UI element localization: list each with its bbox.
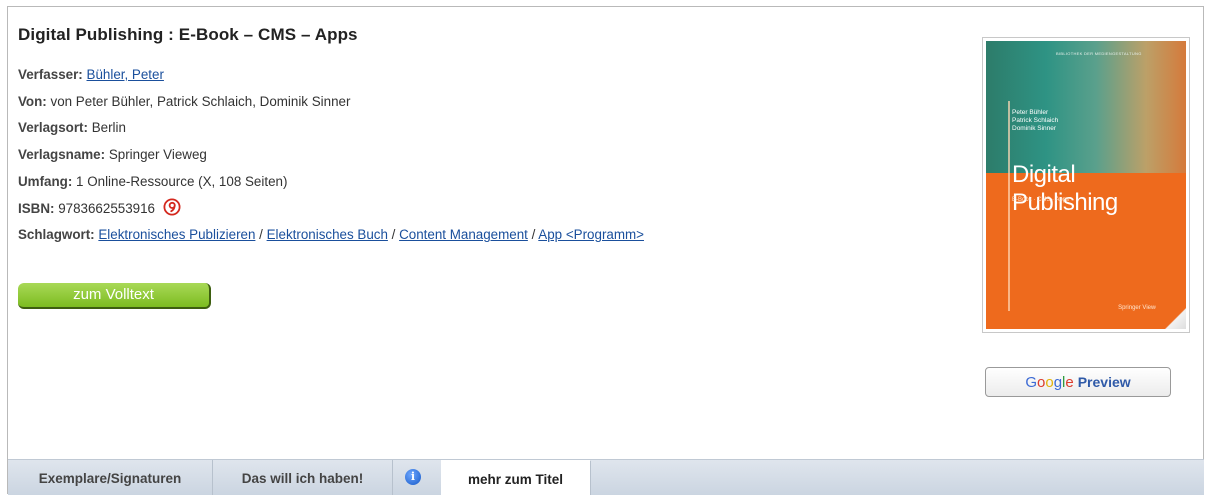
cover-photo-band — [986, 41, 1186, 173]
tab-exemplare[interactable]: Exemplare/Signaturen — [8, 460, 213, 495]
info-icon[interactable]: i — [405, 469, 421, 485]
google-logo-letter: o — [1045, 374, 1054, 391]
subject-link[interactable]: Elektronisches Publizieren — [98, 227, 255, 242]
publisher-label: Verlagsname: — [18, 147, 106, 163]
google-preview-label: Preview — [1077, 374, 1131, 390]
cover-author: Dominik Sinner — [1012, 125, 1057, 132]
isbn-label: ISBN: — [18, 200, 55, 216]
book-cover-image: BIBLIOTHEK DER MEDIENGESTALTUNG Peter Bü… — [986, 41, 1186, 329]
detail-tabbar: Exemplare/Signaturen Das will ich haben!… — [8, 459, 1204, 495]
cover-subtitle: E-Book · CMS · Apps — [1012, 197, 1070, 203]
author-label: Verfasser: — [18, 67, 83, 82]
record-title: Digital Publishing : E-Book – CMS – Apps — [18, 25, 358, 44]
cover-author: Peter Bühler — [1012, 109, 1049, 116]
page-curl-icon — [1156, 299, 1186, 329]
place-row: Verlagsort: Berlin — [18, 115, 644, 142]
by-value: von Peter Bühler, Patrick Schlaich, Domi… — [50, 93, 351, 109]
google-logo-letter: G — [1025, 374, 1037, 391]
subject-separator: / — [527, 227, 539, 243]
subject-separator: / — [387, 227, 400, 243]
subject-link[interactable]: Elektronisches Buch — [267, 227, 388, 242]
cover-authors: Peter Bühler Patrick Schlaich Dominik Si… — [1012, 109, 1058, 133]
book-cover[interactable]: BIBLIOTHEK DER MEDIENGESTALTUNG Peter Bü… — [982, 37, 1190, 333]
publisher-row: Verlagsname: Springer Vieweg — [18, 142, 644, 169]
google-logo-letter: g — [1053, 374, 1063, 391]
place-label: Verlagsort: — [18, 120, 88, 136]
subject-label: Schlagwort: — [18, 227, 95, 243]
by-label: Von: — [18, 93, 47, 109]
open-access-icon[interactable] — [163, 198, 181, 216]
cover-title: Digital Publishing — [1012, 161, 1118, 216]
subject-link[interactable]: Content Management — [399, 227, 528, 242]
cover-stripe — [1008, 101, 1010, 311]
subject-separator: / — [255, 227, 267, 243]
subject-row: Schlagwort: Elektronisches Publizieren /… — [18, 222, 644, 249]
extent-row: Umfang: 1 Online-Ressource (X, 108 Seite… — [18, 169, 644, 196]
google-logo-letter: e — [1065, 374, 1074, 391]
subject-link[interactable]: App <Programm> — [538, 227, 644, 242]
tab-mehr-zum-titel[interactable]: mehr zum Titel — [441, 460, 591, 495]
tab-info[interactable]: i — [393, 460, 441, 495]
isbn-value: 9783662553916 — [58, 200, 156, 216]
author-row: Verfasser: Bühler, Peter — [18, 62, 644, 89]
isbn-row: ISBN: 9783662553916 — [18, 196, 644, 223]
record-metadata: Verfasser: Bühler, Peter Von: von Peter … — [18, 62, 644, 249]
cover-author: Patrick Schlaich — [1012, 117, 1059, 124]
author-link[interactable]: Bühler, Peter — [87, 67, 164, 82]
extent-label: Umfang: — [18, 173, 73, 189]
publisher-value: Springer Vieweg — [108, 147, 207, 163]
cover-series: BIBLIOTHEK DER MEDIENGESTALTUNG — [1056, 51, 1142, 56]
by-row: Von: von Peter Bühler, Patrick Schlaich,… — [18, 89, 644, 116]
fulltext-button[interactable]: zum Volltext — [18, 283, 211, 309]
place-value: Berlin — [91, 120, 126, 136]
extent-value: 1 Online-Ressource (X, 108 Seiten) — [76, 173, 288, 189]
tab-das-will-ich-haben[interactable]: Das will ich haben! — [213, 460, 393, 495]
google-preview-button[interactable]: Google Preview — [985, 367, 1171, 397]
